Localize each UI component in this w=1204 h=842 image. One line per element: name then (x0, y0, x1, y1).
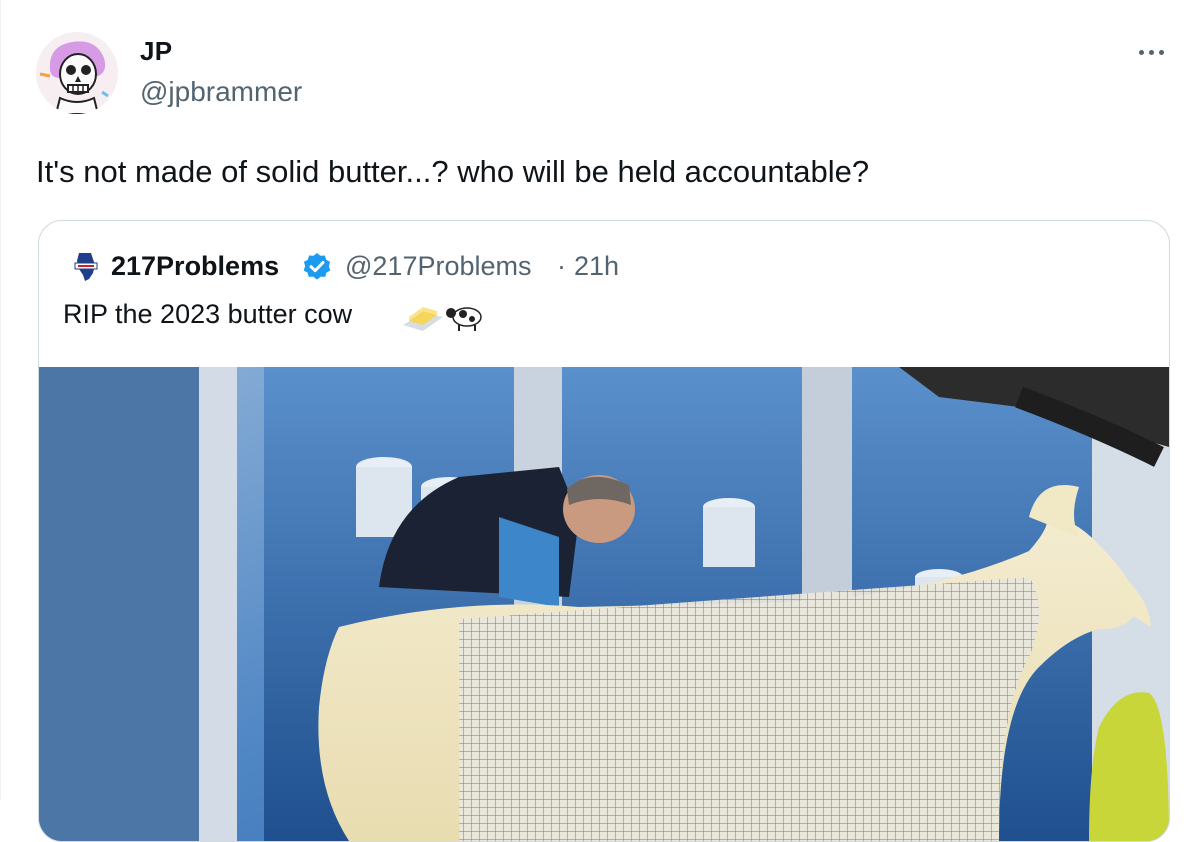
author-handle[interactable]: @jpbrammer (140, 76, 302, 108)
timeline-border (0, 0, 1, 800)
author-avatar[interactable] (36, 32, 118, 114)
quote-text: RIP the 2023 butter cow (63, 299, 353, 329)
skeleton-avatar-icon (36, 32, 118, 114)
quote-author-handle[interactable]: @217Problems (345, 251, 532, 282)
verified-badge-icon (303, 253, 331, 280)
quote-separator: · (557, 251, 566, 281)
quote-timestamp[interactable]: 21h (574, 251, 619, 282)
quoted-tweet-card[interactable]: 217Problems @217Problems · 21h RIP the 2… (38, 220, 1170, 842)
more-horizontal-icon (1148, 49, 1154, 55)
butter-cow-sculpture-photo[interactable] (39, 367, 1169, 841)
butter-icon (403, 307, 443, 331)
more-options-button[interactable] (1126, 38, 1176, 66)
more-horizontal-icon (1158, 49, 1164, 55)
quote-author-name[interactable]: 217Problems (111, 251, 279, 282)
more-horizontal-icon (1138, 49, 1144, 55)
tweet-text: It's not made of solid butter...? who wi… (36, 154, 870, 189)
illinois-state-icon (74, 253, 98, 281)
cow-icon (446, 307, 482, 331)
author-name[interactable]: JP (140, 36, 172, 67)
